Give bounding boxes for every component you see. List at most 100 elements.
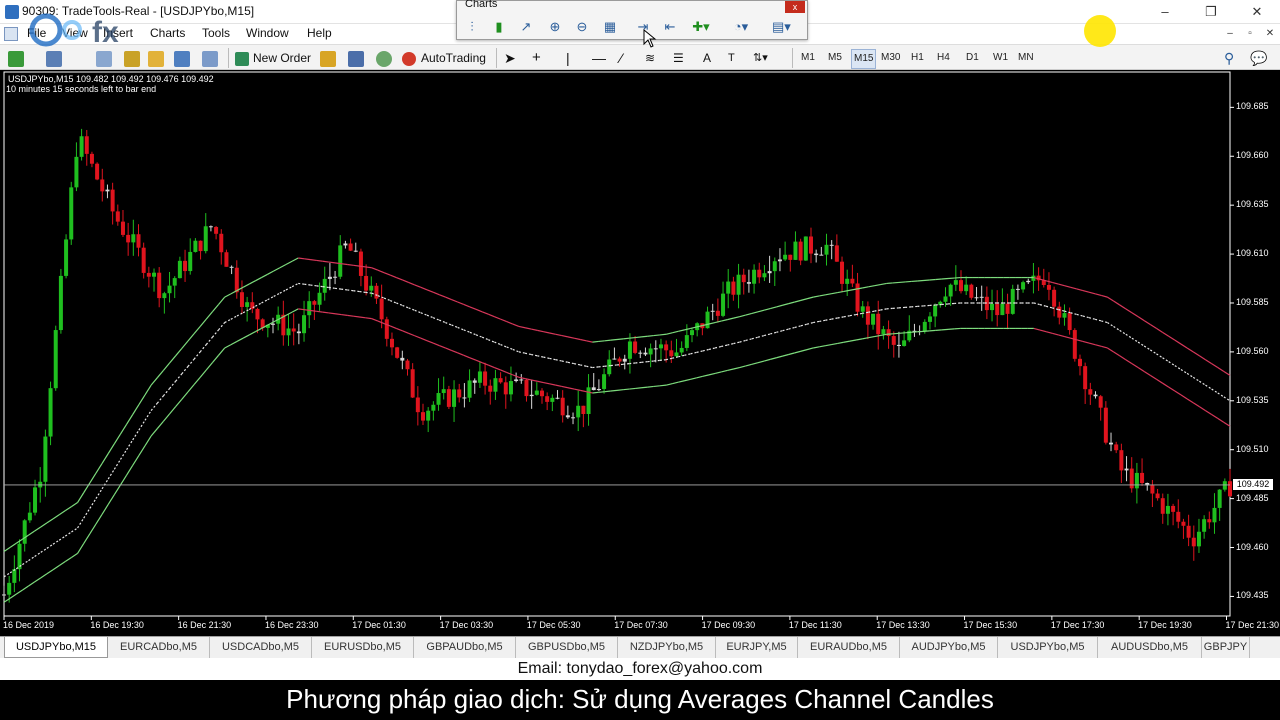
menu-charts[interactable]: Charts bbox=[150, 26, 185, 40]
timeframe-m1[interactable]: M1 bbox=[799, 49, 817, 67]
candle-body bbox=[374, 285, 379, 299]
minimize-button[interactable]: – bbox=[1142, 0, 1188, 24]
chat-button[interactable]: 💬 bbox=[1250, 48, 1267, 68]
candlestick-button[interactable]: ▮ bbox=[490, 18, 508, 36]
ma-channel-middle bbox=[193, 351, 201, 360]
chart-tab[interactable]: EURCADbo,M5 bbox=[108, 637, 210, 658]
chart-tab[interactable]: USDJPYbo,M5 bbox=[998, 637, 1098, 658]
chart-tab[interactable]: EURAUDbo,M5 bbox=[798, 637, 900, 658]
candle-body bbox=[555, 397, 560, 399]
indicators-button[interactable]: ✚▾ bbox=[692, 18, 710, 36]
menu-help[interactable]: Help bbox=[307, 26, 332, 40]
timeframe-h1[interactable]: H1 bbox=[909, 49, 926, 67]
candle-body bbox=[886, 329, 891, 337]
timeframe-m15[interactable]: M15 bbox=[851, 49, 877, 69]
chart-tab[interactable]: AUDJPYbo,M5 bbox=[900, 637, 998, 658]
ma-channel-lower bbox=[347, 314, 354, 317]
menu-tools[interactable]: Tools bbox=[202, 26, 230, 40]
ma-channel-middle bbox=[543, 356, 550, 359]
ma-channel-upper bbox=[95, 463, 103, 474]
crosshair-tool[interactable]: + bbox=[532, 48, 541, 68]
timeframe-h4[interactable]: H4 bbox=[935, 49, 952, 67]
favorites-button[interactable] bbox=[148, 48, 164, 68]
ma-channel-middle bbox=[439, 319, 446, 324]
menu-window[interactable]: Window bbox=[246, 26, 289, 40]
ma-channel-lower bbox=[1149, 374, 1157, 380]
ma-channel-middle bbox=[426, 314, 434, 319]
restore-button[interactable]: ❐ bbox=[1188, 0, 1234, 24]
chart-shift-button[interactable]: ⇤ bbox=[661, 18, 679, 36]
tester-button[interactable] bbox=[202, 48, 218, 68]
timeframe-d1[interactable]: D1 bbox=[964, 49, 981, 67]
ma-channel-upper bbox=[1076, 288, 1084, 292]
chart-tab[interactable]: GBPAUDbo,M5 bbox=[414, 637, 516, 658]
price-tick-label: 109.460 bbox=[1236, 541, 1269, 552]
chart-tab[interactable]: NZDJPYbo,M5 bbox=[618, 637, 716, 658]
chart-tab[interactable]: USDCADbo,M5 bbox=[210, 637, 312, 658]
cursor-tool[interactable]: ➤ bbox=[504, 48, 516, 68]
zoom-in-button[interactable]: ⊕ bbox=[546, 18, 564, 36]
ma-channel-upper bbox=[169, 355, 177, 364]
horizontal-line-tool[interactable]: — bbox=[592, 48, 606, 68]
chart-tab[interactable]: EURJPY,M5 bbox=[716, 637, 798, 658]
mdi-restore-button[interactable]: ▫ bbox=[1241, 26, 1259, 42]
chart-tab[interactable]: EURUSDbo,M5 bbox=[312, 637, 414, 658]
timeframe-mn[interactable]: MN bbox=[1016, 49, 1036, 67]
line-chart-button[interactable]: ↗ bbox=[517, 18, 535, 36]
mql5-button[interactable] bbox=[376, 48, 392, 68]
terminal-button[interactable] bbox=[174, 48, 190, 68]
ma-channel-upper bbox=[119, 423, 128, 435]
ma-channel-upper bbox=[561, 335, 569, 338]
timeframe-m30[interactable]: M30 bbox=[879, 49, 902, 67]
candle-body bbox=[1005, 303, 1010, 314]
autotrading-button[interactable]: AutoTrading bbox=[402, 48, 486, 68]
chart-tab[interactable]: USDJPYbo,M15 bbox=[4, 637, 108, 658]
ma-channel-lower bbox=[672, 381, 679, 385]
charts-toolbar-close-button[interactable]: x bbox=[785, 1, 805, 13]
trendline-tool[interactable]: ⁄ bbox=[620, 48, 622, 68]
search-button[interactable]: ⚲ bbox=[1224, 48, 1234, 68]
ma-channel-middle bbox=[549, 357, 556, 361]
ma-channel-middle bbox=[1137, 341, 1145, 347]
fibonacci-tool[interactable]: ☰ bbox=[673, 48, 684, 68]
price-chart[interactable]: USDJPYbo,M15 109.482 109.492 109.476 109… bbox=[0, 70, 1280, 636]
ma-channel-upper bbox=[414, 284, 422, 288]
chart-tab[interactable]: AUDUSDbo,M5 bbox=[1098, 637, 1202, 658]
ma-channel-lower bbox=[22, 585, 29, 591]
price-tick-label: 109.560 bbox=[1236, 345, 1269, 356]
chart-window-icon[interactable] bbox=[4, 27, 18, 41]
mdi-minimize-button[interactable]: – bbox=[1221, 26, 1239, 42]
tile-windows-button[interactable]: ▦ bbox=[601, 18, 619, 36]
globe-icon bbox=[376, 50, 392, 67]
ma-channel-lower bbox=[500, 369, 507, 373]
templates-button[interactable]: ▤▾ bbox=[772, 18, 791, 36]
ma-channel-lower bbox=[1211, 413, 1219, 419]
ma-channel-middle bbox=[1107, 322, 1114, 327]
equidistant-channel-tool[interactable]: ≋ bbox=[645, 48, 655, 68]
text-label-tool[interactable]: T bbox=[728, 48, 735, 68]
chart-tab[interactable]: GBPUSDbo,M5 bbox=[516, 637, 618, 658]
ma-channel-lower bbox=[1156, 378, 1163, 384]
zoom-out-button[interactable]: ⊖ bbox=[573, 18, 591, 36]
close-button[interactable]: ✕ bbox=[1234, 0, 1280, 24]
arrows-tool[interactable]: ⇅▾ bbox=[753, 48, 768, 68]
new-order-button[interactable]: New Order bbox=[235, 48, 311, 68]
signals-button[interactable] bbox=[348, 48, 364, 68]
timeframe-m5[interactable]: M5 bbox=[826, 49, 844, 67]
timeframe-w1[interactable]: W1 bbox=[991, 49, 1010, 67]
ma-channel-lower bbox=[52, 565, 60, 571]
ma-channel-middle bbox=[377, 295, 385, 299]
market-watch-button[interactable] bbox=[320, 48, 336, 68]
chart-tab[interactable]: GBPJPY bbox=[1202, 637, 1250, 658]
bar-chart-button[interactable]: ⫶ bbox=[463, 18, 481, 36]
ma-channel-middle bbox=[1076, 313, 1084, 317]
vertical-line-tool[interactable]: | bbox=[566, 48, 570, 68]
ma-channel-upper bbox=[89, 472, 97, 484]
periods-button[interactable]: ◔▾ bbox=[732, 18, 750, 36]
candle-body bbox=[467, 380, 472, 398]
ma-channel-middle bbox=[702, 348, 710, 352]
new-chart-button[interactable] bbox=[8, 48, 24, 68]
mdi-close-button[interactable]: ✕ bbox=[1261, 26, 1279, 42]
text-tool[interactable]: A bbox=[703, 48, 711, 68]
ma-channel-upper bbox=[205, 311, 213, 320]
